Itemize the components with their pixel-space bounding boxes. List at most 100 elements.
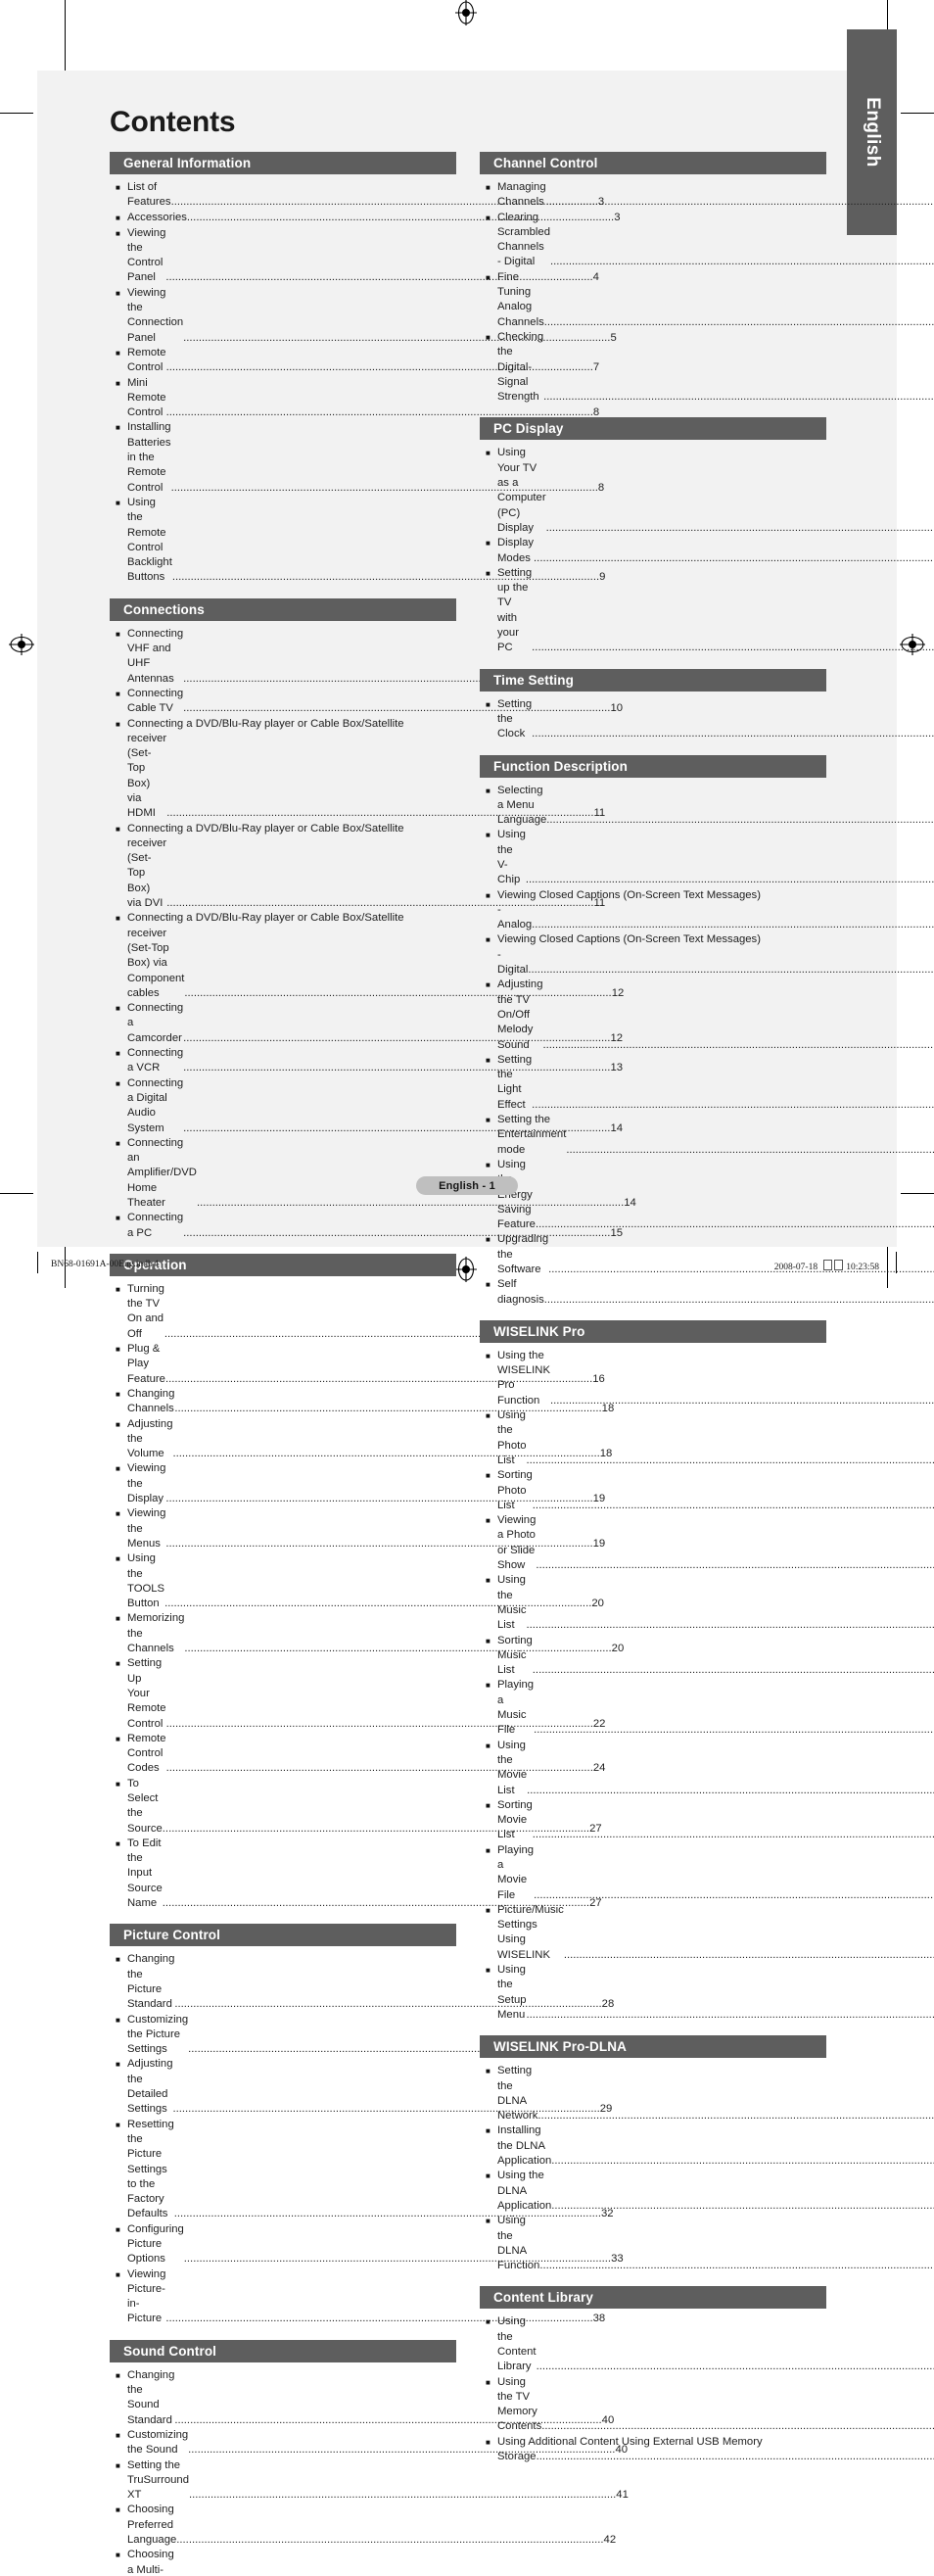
registration-mark-left xyxy=(9,632,34,657)
toc-entry[interactable]: ■Viewing the Menus......................… xyxy=(110,1506,456,1551)
toc-entry-lines: Using the V-Chip........................… xyxy=(497,828,826,887)
toc-entry[interactable]: ■Connecting a PC........................… xyxy=(110,1211,456,1241)
toc-entry-lines: Sorting Movie List......................… xyxy=(497,1798,826,1843)
toc-entry[interactable]: ■List of Features.......................… xyxy=(110,180,456,211)
toc-entry[interactable]: ■Viewing the Connection Panel...........… xyxy=(110,286,456,346)
toc-entry[interactable]: ■Setting the Clock......................… xyxy=(480,697,826,742)
toc-entry[interactable]: ■Customizing the Picture Settings.......… xyxy=(110,2013,456,2058)
toc-entry[interactable]: ■Mini Remote Control....................… xyxy=(110,376,456,421)
toc-entry[interactable]: ■Setting the DLNA Network...............… xyxy=(480,2064,826,2123)
toc-entry[interactable]: ■Installing Batteries in the Remote Cont… xyxy=(110,420,456,495)
toc-entry[interactable]: ■Viewing the Control Panel..............… xyxy=(110,226,456,286)
toc-entry[interactable]: ■Installing the DLNA Application........… xyxy=(480,2123,826,2169)
toc-entry-title: Using the Remote Control Backlight Butto… xyxy=(127,496,172,586)
toc-entry-title: Configuring Picture Options xyxy=(127,2222,184,2267)
toc-entry[interactable]: ■Using the TV Memory Contents...........… xyxy=(480,2375,826,2435)
toc-entry[interactable]: ■Adjusting the TV On/Off Melody Sound...… xyxy=(480,978,826,1052)
toc-entry[interactable]: ■Connecting a DVD/Blu-Ray player or Cabl… xyxy=(110,717,456,822)
toc-leader-dots: ........................................… xyxy=(543,390,934,405)
toc-entry[interactable]: ■Viewing the Display....................… xyxy=(110,1461,456,1506)
toc-entry[interactable]: ■Display Modes..........................… xyxy=(480,536,826,566)
toc-entry[interactable]: ■Using the Setup Menu...................… xyxy=(480,1963,826,2023)
toc-entry[interactable]: ■Customizing the Sound..................… xyxy=(110,2428,456,2458)
toc-entry[interactable]: ■Viewing Closed Captions (On-Screen Text… xyxy=(480,932,826,978)
toc-entry-lines: Display Modes...........................… xyxy=(497,536,826,566)
toc-entry[interactable]: ■Remote Control.........................… xyxy=(110,346,456,376)
toc-entry[interactable]: ■Setting the TruSurround XT.............… xyxy=(110,2458,456,2504)
toc-entry[interactable]: ■Resetting the Picture Settings to the F… xyxy=(110,2118,456,2222)
toc-entry[interactable]: ■Changing the Picture Standard..........… xyxy=(110,1952,456,2012)
toc-entry-title-row: Connecting a VCR........................… xyxy=(127,1046,456,1076)
toc-entry[interactable]: ■Using the Music List...................… xyxy=(480,1573,826,1633)
toc-entry[interactable]: ■Connecting a DVD/Blu-Ray player or Cabl… xyxy=(110,911,456,1001)
bullet-square-icon: ■ xyxy=(110,822,127,912)
toc-entry-title: Using the DLNA Application xyxy=(497,2169,551,2214)
toc-entry[interactable]: ■Setting Up Your Remote Control.........… xyxy=(110,1656,456,1731)
toc-entry[interactable]: ■Using the Photo List...................… xyxy=(480,1408,826,1468)
toc-leader-dots: ........................................… xyxy=(544,1293,934,1308)
toc-entry-title: Connecting Cable TV xyxy=(127,687,183,717)
toc-entry[interactable]: ■Choosing a Multi-Channel Sound (MTS) tr… xyxy=(110,2548,456,2576)
bullet-square-icon: ■ xyxy=(480,1678,497,1738)
toc-entry[interactable]: ■Plug & Play Feature....................… xyxy=(110,1342,456,1387)
toc-entry[interactable]: ■Connecting a DVD/Blu-Ray player or Cabl… xyxy=(110,822,456,912)
toc-entry[interactable]: ■Playing a Movie File...................… xyxy=(480,1843,826,1903)
toc-entry[interactable]: ■Connecting a VCR.......................… xyxy=(110,1046,456,1076)
toc-entry[interactable]: ■Connecting VHF and UHF Antennas........… xyxy=(110,627,456,687)
toc-entry[interactable]: ■Using the Movie List...................… xyxy=(480,1739,826,1798)
toc-entry[interactable]: ■Picture/Music Settings Using WISELINK..… xyxy=(480,1903,826,1963)
toc-entry[interactable]: ■Configuring Picture Options............… xyxy=(110,2222,456,2267)
toc-entry[interactable]: ■Sorting Music List.....................… xyxy=(480,1634,826,1679)
toc-entry[interactable]: ■Managing Channels......................… xyxy=(480,180,826,211)
toc-entry[interactable]: ■Viewing a Photo or Slide Show..........… xyxy=(480,1513,826,1573)
toc-entry[interactable]: ■Viewing Closed Captions (On-Screen Text… xyxy=(480,888,826,933)
toc-entry[interactable]: ■Fine Tuning Analog Channels............… xyxy=(480,270,826,330)
toc-leader-dots: ........................................… xyxy=(546,195,934,210)
toc-entry[interactable]: ■Sorting Movie List.....................… xyxy=(480,1798,826,1843)
toc-entry[interactable]: ■Using the V-Chip.......................… xyxy=(480,828,826,887)
toc-entry-title: receiver (Set-Top Box) via Component cab… xyxy=(127,927,184,1001)
toc-entry[interactable]: ■To Edit the Input Source Name..........… xyxy=(110,1837,456,1911)
toc-entry[interactable]: ■Connecting an Amplifier/DVD Home Theate… xyxy=(110,1136,456,1211)
bullet-square-icon: ■ xyxy=(110,1136,127,1211)
toc-entry[interactable]: ■Using the Content Library..............… xyxy=(480,2314,826,2374)
toc-entry[interactable]: ■Using the Remote Control Backlight Butt… xyxy=(110,496,456,586)
toc-leader-dots: ........................................… xyxy=(528,963,934,978)
toc-entry[interactable]: ■Changing Channels......................… xyxy=(110,1387,456,1417)
toc-entry[interactable]: ■Choosing Preferred Language............… xyxy=(110,2503,456,2548)
toc-entry[interactable]: ■Clearing Scrambled Channels - Digital..… xyxy=(480,211,826,270)
toc-entry[interactable]: ■Changing the Sound Standard............… xyxy=(110,2368,456,2428)
toc-entry[interactable]: ■Using the TOOLS Button.................… xyxy=(110,1551,456,1611)
toc-entry[interactable]: ■Accessories............................… xyxy=(110,211,456,226)
toc-entry[interactable]: ■Using the WISELINK Pro Function........… xyxy=(480,1349,826,1408)
toc-entry[interactable]: ■Turning the TV On and Off..............… xyxy=(110,1282,456,1342)
toc-entry-lines: Remote Control Codes....................… xyxy=(127,1732,456,1777)
toc-entry[interactable]: ■To Select the Source...................… xyxy=(110,1777,456,1837)
toc-entry[interactable]: ■Using the Energy Saving Feature........… xyxy=(480,1158,826,1232)
toc-entry[interactable]: ■Checking the Digital-Signal Strength...… xyxy=(480,330,826,405)
toc-entry[interactable]: ■Using Your TV as a Computer (PC) Displa… xyxy=(480,446,826,536)
toc-section-header: Sound Control xyxy=(110,2340,456,2362)
toc-entry[interactable]: ■Using the DLNA Application.............… xyxy=(480,2169,826,2214)
toc-entry[interactable]: ■Using the DLNA Function................… xyxy=(480,2214,826,2273)
toc-entry[interactable]: ■Memorizing the Channels................… xyxy=(110,1611,456,1656)
toc-entry-lines: Using the Photo List....................… xyxy=(497,1408,826,1468)
toc-entry[interactable]: ■Setting up the TV with your PC.........… xyxy=(480,566,826,656)
toc-entry-title-row: Setting the Light Effect................… xyxy=(497,1053,826,1113)
toc-entry[interactable]: ■Connecting Cable TV....................… xyxy=(110,687,456,717)
toc-entry[interactable]: ■Setting the Entertainment mode.........… xyxy=(480,1113,826,1158)
toc-entry[interactable]: ■Connecting a Digital Audio System......… xyxy=(110,1076,456,1136)
toc-entry[interactable]: ■Adjusting the Detailed Settings........… xyxy=(110,2057,456,2117)
toc-entry[interactable]: ■Adjusting the Volume...................… xyxy=(110,1417,456,1462)
toc-entry-title: Sorting Photo List xyxy=(497,1468,533,1513)
toc-entry[interactable]: ■Selecting a Menu Language..............… xyxy=(480,784,826,829)
toc-entry[interactable]: ■Playing a Music File...................… xyxy=(480,1678,826,1738)
toc-entry[interactable]: ■Setting the Light Effect...............… xyxy=(480,1053,826,1113)
toc-entry[interactable]: ■Connecting a Camcorder.................… xyxy=(110,1001,456,1046)
bullet-square-icon: ■ xyxy=(480,211,497,270)
toc-entry[interactable]: ■Sorting Photo List.....................… xyxy=(480,1468,826,1513)
toc-entry[interactable]: ■Viewing Picture-in-Picture.............… xyxy=(110,2267,456,2327)
bullet-square-icon: ■ xyxy=(110,627,127,687)
toc-entry[interactable]: ■Using Additional Content Using External… xyxy=(480,2435,826,2465)
toc-entry[interactable]: ■Remote Control Codes...................… xyxy=(110,1732,456,1777)
